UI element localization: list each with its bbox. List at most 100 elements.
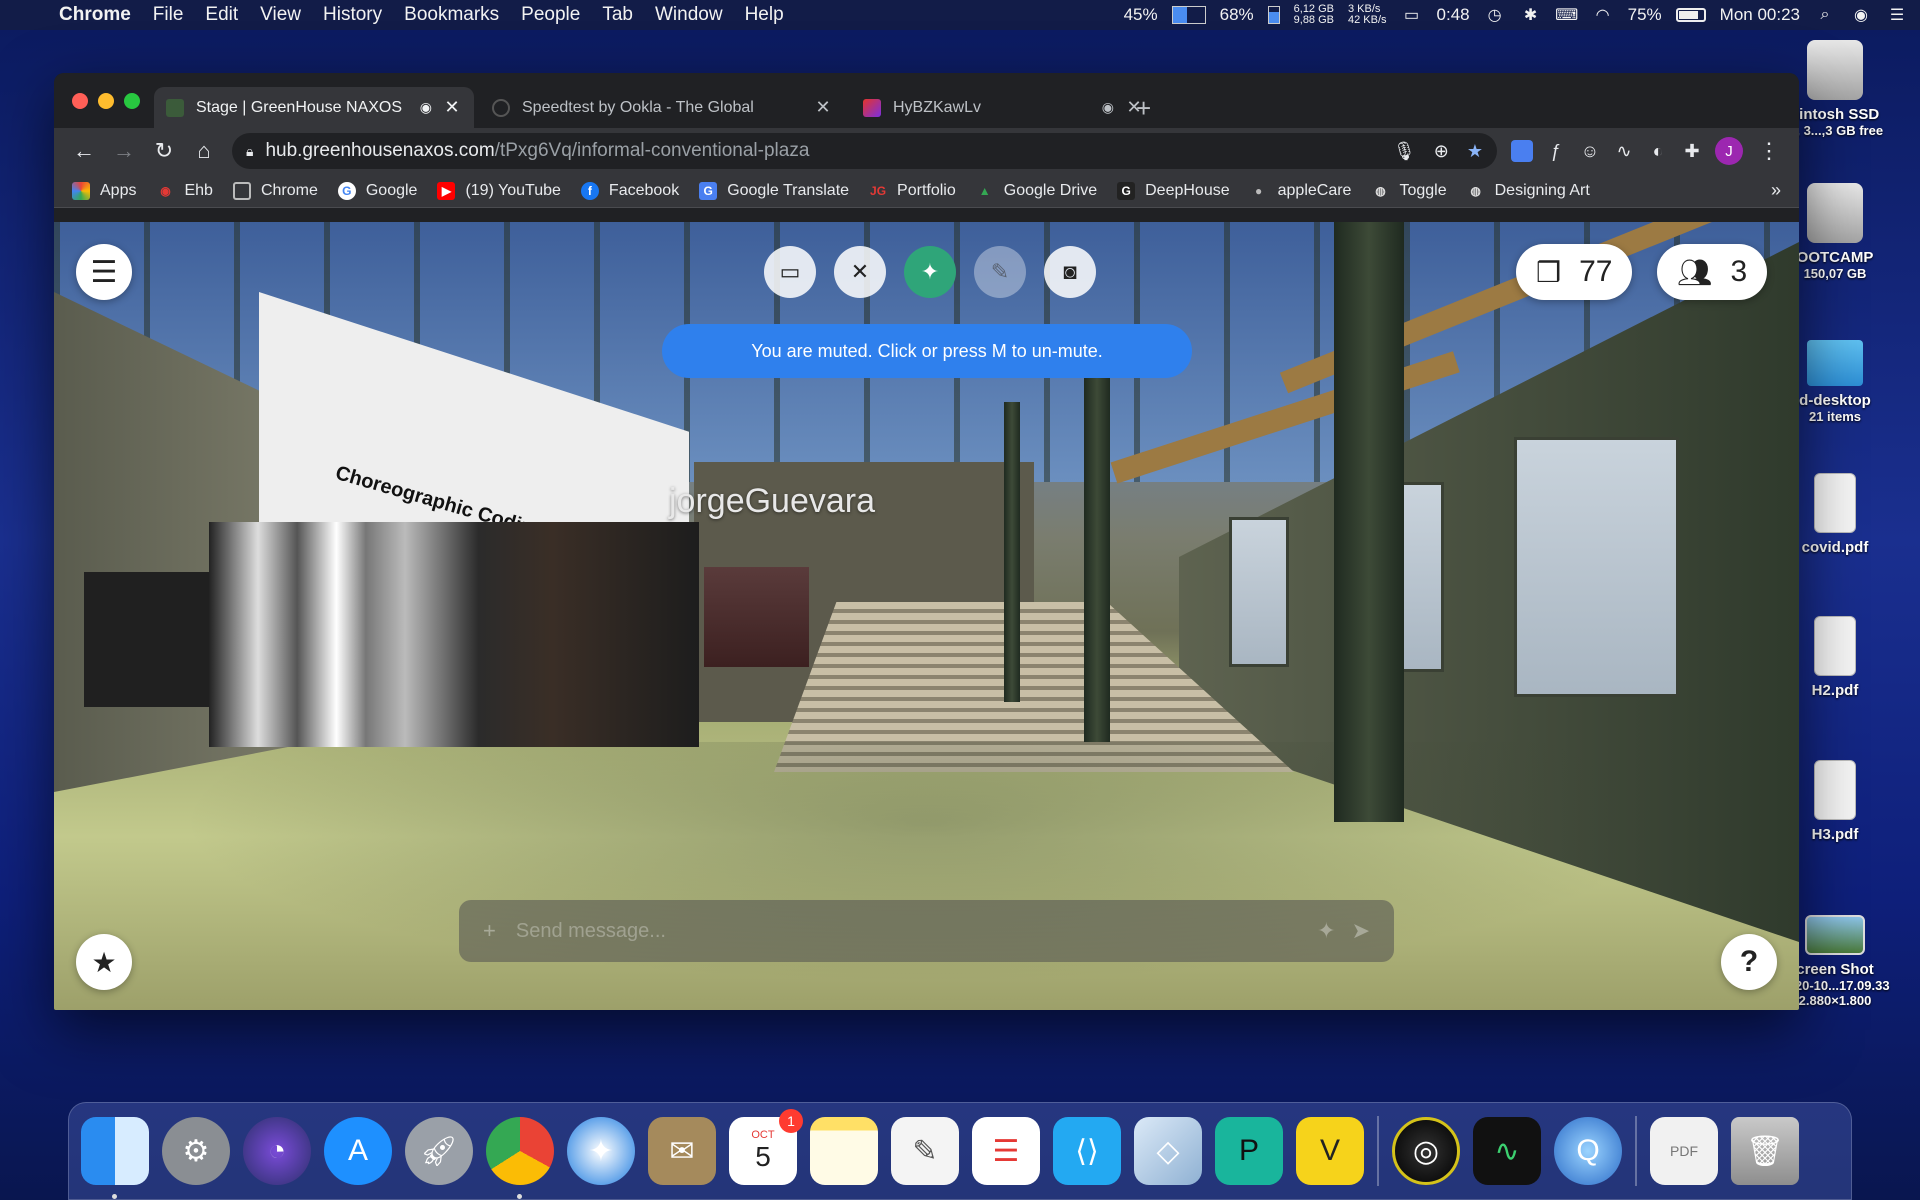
istat-menus-icon[interactable]: ◔ — [243, 1117, 311, 1185]
bookmark-ehb[interactable]: ◉ Ehb — [156, 182, 213, 200]
bookmark-applecare[interactable]: ● appleCare — [1250, 182, 1351, 200]
video-screen-main[interactable] — [209, 522, 699, 747]
timer-readout[interactable]: 0:48 — [1437, 5, 1470, 25]
reload-button[interactable]: ↻ — [144, 133, 184, 169]
forward-button[interactable]: → — [104, 133, 144, 169]
menu-edit[interactable]: Edit — [205, 4, 238, 26]
bookmark-toggle[interactable]: ◍ Toggle — [1371, 182, 1446, 200]
calendar-icon[interactable]: OCT 5 1 — [729, 1109, 803, 1185]
time-machine-icon[interactable]: ◷ — [1484, 6, 1506, 24]
menu-tab[interactable]: Tab — [602, 4, 633, 26]
menu-clock[interactable]: Mon 00:23 — [1720, 5, 1800, 25]
downloads-stack-icon[interactable]: PDF — [1650, 1117, 1718, 1185]
close-window-button[interactable] — [72, 93, 88, 109]
avatar-name-tag[interactable]: jorgeGuevara — [669, 482, 875, 521]
objects-counter-button[interactable]: ❒ 77 — [1516, 244, 1633, 300]
notification-center-icon[interactable]: ☰ — [1886, 6, 1908, 24]
wifi-icon[interactable]: ◠ — [1592, 6, 1614, 24]
favorites-button[interactable]: ★ — [76, 934, 132, 990]
spotlight-search-icon[interactable]: ⌕ — [1814, 6, 1836, 24]
hubs-menu-button[interactable]: ☰ — [76, 244, 132, 300]
new-tab-button[interactable]: + — [1136, 93, 1151, 124]
reminders-icon[interactable]: ☰ — [972, 1117, 1040, 1185]
tab-close-icon[interactable]: ✕ — [442, 97, 462, 118]
activity-monitor-icon[interactable]: ∿ — [1473, 1117, 1541, 1185]
help-button[interactable]: ? — [1721, 934, 1777, 990]
bookmark-deephouse[interactable]: G DeepHouse — [1117, 181, 1230, 200]
safari-icon[interactable]: ✦ — [567, 1117, 635, 1185]
app-store-icon[interactable]: A — [324, 1117, 392, 1185]
notes-icon[interactable] — [810, 1117, 878, 1185]
virtualbox-icon[interactable]: ◇ — [1134, 1117, 1202, 1185]
bluetooth-icon[interactable]: ✱ — [1520, 6, 1542, 24]
extensions-puzzle-icon[interactable]: ✚ — [1675, 134, 1709, 168]
bookmark-facebook[interactable]: f Facebook — [580, 181, 679, 200]
google-translate-extension-icon[interactable] — [1505, 134, 1539, 168]
bookmark-portfolio[interactable]: JG Portfolio — [869, 182, 956, 200]
tab-close-icon[interactable]: ✕ — [813, 97, 833, 118]
mute-microphone-button[interactable]: ✕ — [834, 246, 886, 298]
minimize-window-button[interactable] — [98, 93, 114, 109]
home-button[interactable]: ⌂ — [184, 133, 224, 169]
menu-people[interactable]: People — [521, 4, 580, 26]
send-message-icon[interactable]: ➤ — [1352, 918, 1370, 944]
mail-stamp-icon[interactable]: ✉ — [648, 1117, 716, 1185]
vscode-icon[interactable]: ⟨⟩ — [1053, 1117, 1121, 1185]
chrome-menu-icon[interactable]: ⋮ — [1749, 133, 1789, 169]
finder-icon[interactable] — [81, 1117, 149, 1199]
globe-app-icon[interactable]: ◎ — [1392, 1117, 1460, 1185]
video-screen-small[interactable] — [84, 572, 214, 707]
zoom-icon[interactable]: ⊕ — [1434, 141, 1449, 162]
processing-icon[interactable]: P — [1215, 1117, 1283, 1185]
chat-input[interactable] — [515, 919, 1302, 943]
wave-extension-icon[interactable]: ∿ — [1607, 134, 1641, 168]
menu-app-name[interactable]: Chrome — [59, 4, 131, 26]
tab-greenhouse[interactable]: Stage | GreenHouse NAXOS ◉ ✕ — [154, 87, 474, 128]
zoom-window-button[interactable] — [124, 93, 140, 109]
launchpad-icon[interactable]: 🚀︎ — [405, 1117, 473, 1185]
cpu-usage[interactable]: 45% — [1124, 5, 1158, 25]
hubs-3d-scene[interactable]: Choreographic Coding Lab jorgeGuevara ☰ … — [54, 222, 1799, 1010]
function-extension-icon[interactable]: ƒ — [1539, 134, 1573, 168]
vectorworks-icon[interactable]: V — [1296, 1117, 1364, 1185]
add-media-icon[interactable]: + — [483, 918, 496, 944]
owl-extension-icon[interactable]: ☺ — [1573, 134, 1607, 168]
people-counter-button[interactable]: 👥︎ 3 — [1657, 244, 1768, 300]
menu-window[interactable]: Window — [655, 4, 723, 26]
keyboard-icon[interactable]: ⌨ — [1555, 6, 1578, 24]
camera-button[interactable]: ◙ — [1044, 246, 1096, 298]
bookmark-youtube[interactable]: ▶ (19) YouTube — [437, 181, 561, 200]
siri-icon[interactable]: ◉ — [1850, 6, 1872, 24]
share-screen-button[interactable]: ▭ — [764, 246, 816, 298]
bookmark-google[interactable]: G Google — [337, 181, 417, 200]
menu-view[interactable]: View — [260, 4, 301, 26]
bookmark-apps[interactable]: Apps — [72, 181, 136, 200]
battery-small-icon[interactable]: ▭ — [1401, 6, 1423, 24]
trash-icon[interactable]: 🗑︎ — [1731, 1117, 1799, 1185]
bookmarks-overflow-button[interactable]: » — [1771, 180, 1781, 201]
bookmark-star-icon[interactable]: ★ — [1467, 141, 1483, 162]
gpu-usage[interactable]: 68% — [1220, 5, 1254, 25]
quicktime-icon[interactable]: Q — [1554, 1117, 1622, 1185]
bookmark-designing-art[interactable]: ◍ Designing Art — [1467, 182, 1589, 200]
menu-bookmarks[interactable]: Bookmarks — [404, 4, 499, 26]
textedit-icon[interactable]: ✎ — [891, 1117, 959, 1185]
menu-file[interactable]: File — [153, 4, 184, 26]
battery-icon[interactable] — [1675, 8, 1706, 22]
tab-speedtest[interactable]: Speedtest by Ookla - The Global ✕ — [480, 87, 845, 128]
contrast-extension-icon[interactable]: ◐ — [1641, 134, 1675, 168]
menu-help[interactable]: Help — [745, 4, 784, 26]
bookmark-google-translate[interactable]: G Google Translate — [699, 181, 849, 200]
address-bar[interactable]: 🔒︎ hub.greenhousenaxos.com /tPxg6Vq/info… — [232, 133, 1497, 169]
battery-percent[interactable]: 75% — [1628, 5, 1662, 25]
video-screen-remote[interactable] — [704, 567, 809, 667]
bookmark-google-drive[interactable]: ▲ Google Drive — [976, 182, 1097, 200]
memory-stats[interactable]: 6,12 GB 9,88 GB — [1294, 4, 1334, 26]
muted-notice-button[interactable]: You are muted. Click or press M to un-mu… — [662, 324, 1192, 378]
back-button[interactable]: ← — [64, 133, 104, 169]
spawn-object-button[interactable]: ✦ — [904, 246, 956, 298]
bookmark-chrome-folder[interactable]: Chrome — [232, 181, 318, 200]
profile-avatar[interactable]: J — [1715, 137, 1743, 165]
network-stats[interactable]: 3 KB/s 42 KB/s — [1348, 4, 1387, 26]
system-preferences-icon[interactable]: ⚙ — [162, 1117, 230, 1185]
